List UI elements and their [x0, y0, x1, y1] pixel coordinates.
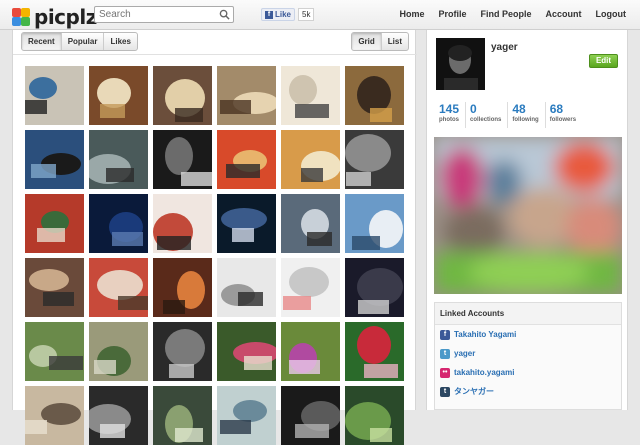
- nav-account[interactable]: Account: [546, 9, 582, 19]
- photo-thumbnail[interactable]: [281, 386, 340, 445]
- search-icon[interactable]: [219, 9, 230, 20]
- profile-sidebar: yager Edit 145 photos 0 collections 48 foll…: [426, 30, 628, 410]
- photo-thumbnail[interactable]: [153, 66, 212, 125]
- photo-thumbnail[interactable]: [25, 66, 84, 125]
- photo-thumbnail[interactable]: [89, 386, 148, 445]
- photo-thumbnail[interactable]: [281, 322, 340, 381]
- facebook-like-label: Like: [275, 10, 292, 19]
- photo-thumbnail[interactable]: [153, 194, 212, 253]
- photo-thumbnail[interactable]: [345, 258, 404, 317]
- stat-followers-label: followers: [549, 117, 577, 123]
- nav-find-people[interactable]: Find People: [480, 9, 531, 19]
- blurred-preview-image: [434, 137, 622, 294]
- picplz-logo-icon: [12, 8, 30, 26]
- logo[interactable]: picplz: [12, 5, 97, 29]
- photo-thumbnail[interactable]: [153, 258, 212, 317]
- sort-tabs: Recent Popular Likes: [21, 32, 138, 51]
- facebook-like-button[interactable]: f Like: [261, 8, 296, 21]
- photo-thumbnail[interactable]: [217, 386, 276, 445]
- photo-thumbnail[interactable]: [217, 322, 276, 381]
- linked-accounts-panel: Linked Accounts f Takahito Yagami t yager ••…: [434, 302, 622, 410]
- photo-thumbnail[interactable]: [217, 258, 276, 317]
- photo-thumbnail[interactable]: [345, 194, 404, 253]
- linked-account-facebook[interactable]: f Takahito Yagami: [435, 325, 621, 344]
- photo-thumbnail[interactable]: [281, 258, 340, 317]
- facebook-icon: f: [265, 10, 273, 19]
- stat-collections-label: collections: [470, 117, 502, 123]
- photo-thumbnail[interactable]: [217, 130, 276, 189]
- username: yager: [491, 42, 518, 53]
- photo-thumbnail[interactable]: [153, 386, 212, 445]
- linked-account-twitter[interactable]: t yager: [435, 344, 621, 363]
- feed-divider: [13, 54, 417, 55]
- nav-profile[interactable]: Profile: [438, 9, 466, 19]
- photo-thumbnail[interactable]: [281, 130, 340, 189]
- photo-thumbnail[interactable]: [345, 66, 404, 125]
- tab-recent[interactable]: Recent: [22, 33, 62, 50]
- photo-thumbnail[interactable]: [281, 66, 340, 125]
- search-box[interactable]: [94, 6, 234, 23]
- photo-thumbnail[interactable]: [217, 194, 276, 253]
- linked-account-name: yager: [454, 349, 476, 358]
- tab-popular[interactable]: Popular: [62, 33, 105, 50]
- photo-thumbnail[interactable]: [25, 130, 84, 189]
- photo-thumbnail[interactable]: [217, 66, 276, 125]
- photo-feed: Recent Popular Likes Grid List: [12, 30, 417, 445]
- photo-thumbnail[interactable]: [89, 130, 148, 189]
- profile-stats: 145 photos 0 collections 48 following 68 fol…: [435, 102, 582, 128]
- nav-home[interactable]: Home: [399, 9, 424, 19]
- photo-thumbnail[interactable]: [345, 386, 404, 445]
- tumblr-icon: t: [440, 386, 450, 397]
- search-input[interactable]: [95, 7, 215, 22]
- tab-list[interactable]: List: [382, 33, 408, 50]
- stat-collections-value: 0: [470, 102, 477, 116]
- linked-account-name: Takahito Yagami: [454, 330, 517, 339]
- main-nav: Home Profile Find People Account Logout: [399, 9, 626, 19]
- stat-following-label: following: [512, 117, 539, 123]
- flickr-icon: ••: [440, 367, 450, 378]
- top-bar: picplz fLike 5k Home Profile Find People…: [0, 0, 640, 30]
- photo-thumbnail[interactable]: [25, 194, 84, 253]
- photo-thumbnail[interactable]: [89, 66, 148, 125]
- tab-grid[interactable]: Grid: [352, 33, 382, 50]
- photo-thumbnail[interactable]: [89, 322, 148, 381]
- photo-thumbnail[interactable]: [153, 322, 212, 381]
- photo-thumbnail[interactable]: [281, 194, 340, 253]
- photo-thumbnail[interactable]: [25, 258, 84, 317]
- linked-accounts-list: f Takahito Yagami t yager •• takahito.yagami t…: [435, 325, 621, 401]
- twitter-icon: t: [440, 348, 450, 359]
- stat-photos[interactable]: 145 photos: [435, 102, 467, 128]
- stat-following[interactable]: 48 following: [508, 102, 546, 128]
- photo-thumbnail[interactable]: [89, 194, 148, 253]
- facebook-icon: f: [440, 329, 450, 340]
- avatar[interactable]: [436, 38, 485, 90]
- photo-thumbnail[interactable]: [153, 130, 212, 189]
- facebook-like-count: 5k: [298, 8, 315, 21]
- stat-photos-value: 145: [439, 102, 460, 116]
- stat-following-value: 48: [512, 102, 526, 116]
- stat-followers[interactable]: 68 followers: [546, 102, 582, 128]
- edit-profile-button[interactable]: Edit: [589, 54, 618, 68]
- facebook-like-widget: f Like 5k: [261, 8, 315, 21]
- linked-account-name: takahito.yagami: [454, 368, 515, 377]
- linked-account-flickr[interactable]: •• takahito.yagami: [435, 363, 621, 382]
- photo-thumbnail[interactable]: [25, 322, 84, 381]
- photo-thumbnail[interactable]: [89, 258, 148, 317]
- logo-text: picplz: [34, 5, 97, 29]
- linked-accounts-title: Linked Accounts: [435, 303, 621, 325]
- photo-thumbnail[interactable]: [25, 386, 84, 445]
- stat-collections[interactable]: 0 collections: [466, 102, 509, 128]
- tab-likes[interactable]: Likes: [104, 33, 136, 50]
- nav-logout[interactable]: Logout: [596, 9, 627, 19]
- view-tabs: Grid List: [351, 32, 409, 51]
- linked-account-tumblr[interactable]: t タンヤガー: [435, 382, 621, 401]
- linked-account-name: タンヤガー: [454, 387, 494, 396]
- stat-photos-label: photos: [439, 117, 459, 123]
- photo-thumbnail[interactable]: [345, 130, 404, 189]
- photo-thumbnail[interactable]: [345, 322, 404, 381]
- stat-followers-value: 68: [549, 102, 564, 116]
